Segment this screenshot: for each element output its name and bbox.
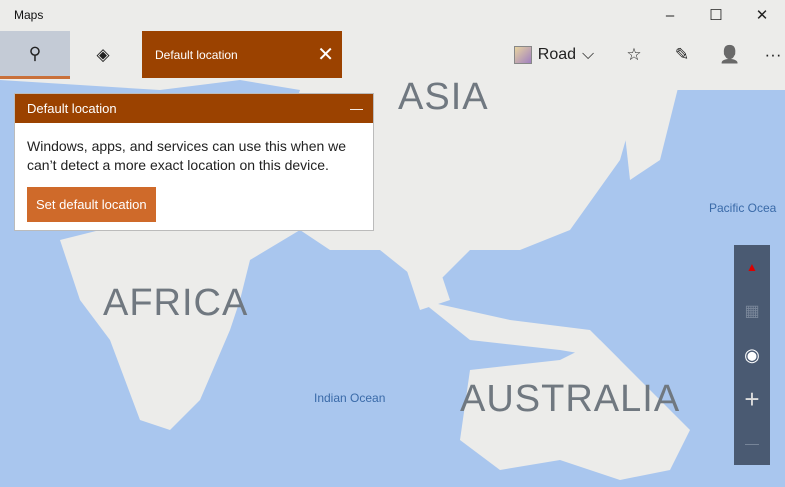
chevron-down-icon: ⌵	[582, 46, 595, 63]
map-style-swatch-icon	[513, 46, 532, 64]
toolbar: ⚲ ◈ Default location ✕ Road ⌵ ☆ ✎ 👤 ···	[0, 31, 785, 79]
label-indian: Indian Ocean	[314, 391, 386, 405]
locate-icon[interactable]: ◉	[734, 333, 770, 377]
panel-title: Default location	[27, 101, 117, 116]
zoom-in-button[interactable]: +	[734, 377, 770, 421]
label-pacific: Pacific Ocea	[709, 201, 777, 215]
collapse-button[interactable]: —	[350, 101, 363, 116]
tab-label: Default location	[155, 47, 238, 62]
close-button[interactable]: ✕	[739, 6, 785, 24]
panel-description: Windows, apps, and services can use this…	[27, 138, 347, 173]
set-default-location-button[interactable]: Set default location	[27, 187, 156, 222]
directions-icon: ◈	[96, 45, 110, 64]
map-style-dropdown[interactable]: Road ⌵	[508, 31, 600, 79]
more-button[interactable]: ···	[758, 31, 785, 79]
map-controls: ▲ ▦ ◉ + —	[734, 245, 770, 465]
label-africa: AFRICA	[103, 282, 249, 324]
label-asia: ASIA	[398, 76, 489, 118]
default-location-panel: Default location — Windows, apps, and ser…	[14, 93, 374, 231]
search-button[interactable]: ⚲	[0, 31, 70, 79]
label-australia: AUSTRALIA	[460, 378, 681, 420]
tilt-icon[interactable]: ▦	[734, 289, 770, 333]
account-icon[interactable]: 👤	[710, 31, 750, 79]
map-style-label: Road	[537, 46, 577, 63]
window-title: Maps	[14, 8, 44, 22]
search-icon: ⚲	[28, 43, 42, 63]
minimize-button[interactable]: –	[647, 7, 693, 24]
ink-icon[interactable]: ✎	[662, 31, 702, 79]
directions-button[interactable]: ◈	[72, 31, 134, 79]
default-location-tab[interactable]: Default location ✕	[142, 31, 342, 78]
favorites-icon[interactable]: ☆	[614, 31, 654, 79]
title-bar: Maps – ☐ ✕	[0, 0, 785, 30]
maximize-button[interactable]: ☐	[693, 6, 739, 24]
close-icon[interactable]: ✕	[317, 42, 334, 67]
zoom-out-button[interactable]: —	[734, 421, 770, 465]
compass-icon[interactable]: ▲	[734, 245, 770, 289]
